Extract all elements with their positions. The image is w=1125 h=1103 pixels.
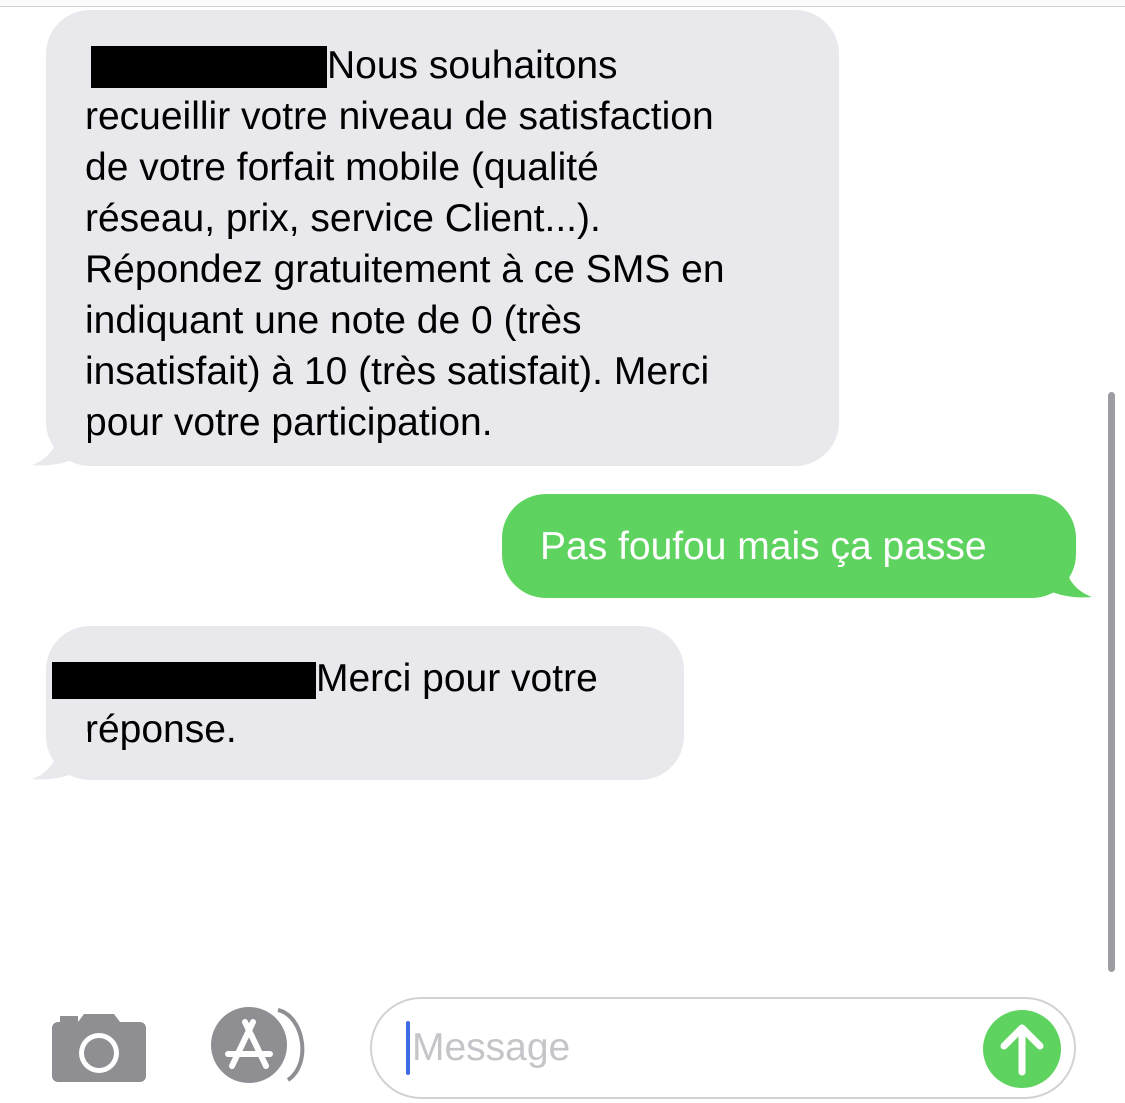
incoming-bubble-tail [32,418,88,466]
message-line: réseau, prix, service Client...). [85,197,601,240]
scrollbar[interactable] [1108,392,1115,972]
message-line: insatisfait) à 10 (très satisfait). Merc… [85,350,710,393]
send-button[interactable] [983,1010,1061,1088]
message-line: recueillir votre niveau de satisfaction [85,95,714,138]
camera-icon[interactable] [50,1010,148,1084]
text-cursor [406,1021,410,1075]
message-line: de votre forfait mobile (qualité [85,146,599,189]
message-line: réponse. [85,708,237,751]
arrow-up-icon [1000,1024,1044,1076]
outgoing-bubble-tail [1036,550,1092,598]
incoming-message-bubble[interactable]: Merci pour votre réponse. [46,626,684,780]
message-line: Merci pour votre [52,653,684,704]
message-line: Nous souhaitons [85,40,839,91]
message-line: Pas foufou mais ça passe [540,525,987,568]
message-line: pour votre participation. [85,401,493,444]
outgoing-message-bubble[interactable]: Pas foufou mais ça passe [502,494,1076,598]
top-divider [0,0,1125,7]
incoming-bubble-tail [32,732,88,780]
redacted-sender-name [91,46,327,88]
message-line: Répondez gratuitement à ce SMS en [85,248,725,291]
message-input[interactable]: Message [370,997,1076,1099]
message-placeholder: Message [412,1026,571,1069]
redacted-sender-name [52,662,316,699]
message-line: indiquant une note de 0 (très [85,299,582,342]
message-text: Merci pour votre [316,657,598,700]
message-text: Nous souhaitons [327,44,618,87]
incoming-message-bubble[interactable]: Nous souhaitons recueillir votre niveau … [46,10,839,466]
app-store-icon[interactable] [208,1004,318,1088]
